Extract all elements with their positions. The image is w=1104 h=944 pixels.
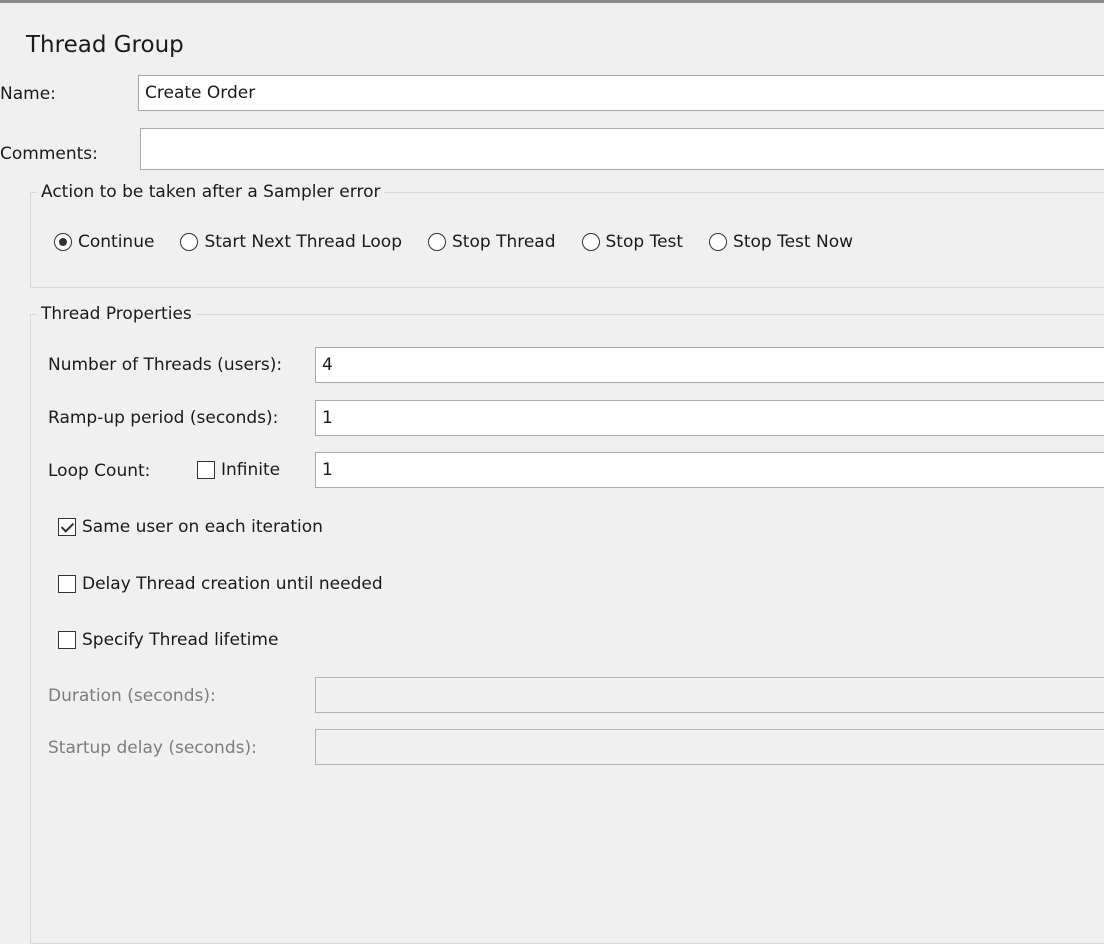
ramp-up-input[interactable] [315, 400, 1104, 436]
delay-creation-row[interactable]: Delay Thread creation until needed [58, 574, 383, 594]
loop-count-input[interactable] [315, 452, 1104, 488]
num-threads-input[interactable] [315, 347, 1104, 383]
ramp-up-label: Ramp-up period (seconds): [48, 408, 279, 428]
delay-creation-label: Delay Thread creation until needed [82, 574, 383, 594]
radio-stop-test-circle[interactable] [581, 233, 600, 251]
radio-stop-thread-label: Stop Thread [452, 232, 556, 252]
sampler-error-options: Continue Start Next Thread Loop Stop Thr… [54, 232, 879, 252]
radio-continue-circle[interactable] [54, 233, 72, 251]
sampler-error-legend: Action to be taken after a Sampler error [41, 182, 381, 202]
name-label: Name: [0, 84, 56, 104]
thread-properties-legend: Thread Properties [41, 304, 192, 324]
specify-lifetime-checkbox[interactable] [58, 631, 76, 649]
comments-input[interactable] [140, 128, 1104, 170]
infinite-checkbox-row[interactable]: Infinite [197, 460, 280, 480]
panel-title: Thread Group [26, 32, 184, 58]
delay-creation-checkbox[interactable] [58, 575, 76, 593]
name-input[interactable] [138, 75, 1104, 111]
radio-continue-label: Continue [78, 232, 155, 252]
radio-stop-test-now-label: Stop Test Now [733, 232, 854, 252]
same-user-checkbox[interactable] [58, 518, 76, 536]
radio-stop-test-label: Stop Test [605, 232, 684, 252]
infinite-checkbox[interactable] [197, 461, 215, 479]
same-user-label: Same user on each iteration [82, 517, 323, 537]
num-threads-label: Number of Threads (users): [48, 355, 283, 375]
radio-start-next-thread-loop-label: Start Next Thread Loop [204, 232, 403, 252]
radio-start-next-thread-loop-circle[interactable] [180, 233, 199, 251]
radio-start-next-thread-loop[interactable]: Start Next Thread Loop [180, 232, 402, 252]
radio-stop-thread[interactable]: Stop Thread [428, 232, 556, 252]
radio-continue[interactable]: Continue [54, 232, 154, 252]
specify-lifetime-row[interactable]: Specify Thread lifetime [58, 630, 278, 650]
radio-stop-test-now-circle[interactable] [709, 233, 728, 251]
specify-lifetime-label: Specify Thread lifetime [82, 630, 279, 650]
duration-input[interactable] [315, 677, 1104, 713]
same-user-row[interactable]: Same user on each iteration [58, 517, 323, 537]
infinite-label: Infinite [221, 460, 281, 480]
startup-delay-input[interactable] [315, 729, 1104, 765]
radio-stop-test[interactable]: Stop Test [581, 232, 684, 252]
window-top-border [0, 0, 1104, 3]
radio-stop-thread-circle[interactable] [428, 233, 447, 251]
comments-label: Comments: [0, 144, 98, 164]
loop-count-label: Loop Count: [48, 461, 151, 481]
startup-delay-label: Startup delay (seconds): [48, 738, 257, 758]
duration-label: Duration (seconds): [48, 686, 216, 706]
radio-stop-test-now[interactable]: Stop Test Now [709, 232, 853, 252]
